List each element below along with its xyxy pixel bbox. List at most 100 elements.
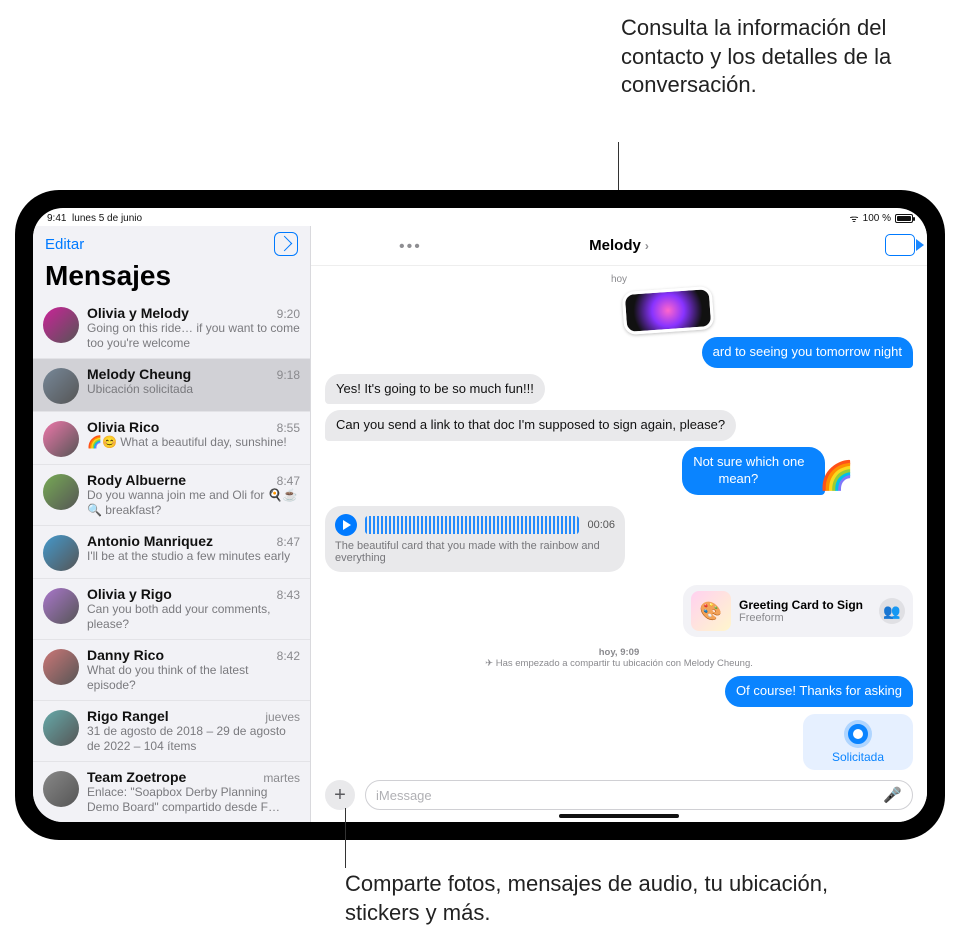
wifi-icon: ᯤ bbox=[850, 211, 859, 225]
battery-icon bbox=[895, 214, 913, 223]
input-placeholder: iMessage bbox=[376, 788, 432, 803]
location-label: Solicitada bbox=[809, 750, 907, 764]
status-date: lunes 5 de junio bbox=[72, 213, 142, 224]
messages-scroll[interactable]: hoy ard to seeing you tomorrow night Yes… bbox=[311, 266, 927, 774]
conversation-preview: 31 de agosto de 2018 – 29 de agosto de 2… bbox=[87, 724, 300, 754]
messages-app: Editar Mensajes Olivia y Melody9:20Going… bbox=[33, 226, 927, 822]
play-button[interactable] bbox=[335, 514, 357, 536]
avatar bbox=[43, 535, 79, 571]
freeform-link-card[interactable]: 🎨 Greeting Card to Sign Freeform 👥 bbox=[683, 585, 913, 637]
conversation-name: Olivia y Melody bbox=[87, 305, 189, 321]
conversation-preview: Ubicación solicitada bbox=[87, 382, 300, 397]
avatar bbox=[43, 421, 79, 457]
audio-duration: 00:06 bbox=[587, 519, 615, 531]
plus-button[interactable]: + bbox=[325, 780, 355, 810]
conversation-time: martes bbox=[263, 771, 300, 785]
conversation-item[interactable]: Rody Albuerne8:47Do you wanna join me an… bbox=[33, 465, 310, 526]
conversation-name: Danny Rico bbox=[87, 647, 164, 663]
location-request-card[interactable]: Solicitada bbox=[803, 714, 913, 770]
sidebar: Editar Mensajes Olivia y Melody9:20Going… bbox=[33, 226, 311, 822]
conversation-item[interactable]: Rigo Rangel jueves31 de agosto de 2018 – … bbox=[33, 701, 310, 762]
conversation-item[interactable]: Olivia y Melody 9:20Going on this ride… i… bbox=[33, 298, 310, 359]
link-title: Greeting Card to Sign bbox=[739, 598, 871, 612]
chevron-right-icon: › bbox=[645, 239, 649, 253]
conversation-name: Antonio Manriquez bbox=[87, 533, 213, 549]
conversation-name: Melody Cheung bbox=[87, 366, 191, 382]
conversation-name: Rigo Rangel bbox=[87, 708, 169, 724]
message-sent[interactable]: Of course! Thanks for asking bbox=[725, 676, 913, 707]
system-text: Has empezado a compartir tu ubicación co… bbox=[496, 658, 753, 669]
conversation-time: jueves bbox=[265, 710, 300, 724]
conversation-time: 9:18 bbox=[277, 368, 300, 382]
conversation-item[interactable]: Olivia y Rigo 8:43Can you both add your c… bbox=[33, 579, 310, 640]
system-status-line: hoy, 9:09 ✈ Has empezado a compartir tu … bbox=[325, 647, 913, 669]
status-bar: 9:41 lunes 5 de junio ᯤ 100 % bbox=[33, 208, 927, 226]
avatar bbox=[43, 649, 79, 685]
more-icon[interactable]: ••• bbox=[399, 238, 422, 256]
edit-button[interactable]: Editar bbox=[45, 236, 84, 253]
conversation-name: Team Zoetrope bbox=[87, 769, 186, 785]
status-time: 9:41 bbox=[47, 213, 66, 224]
avatar bbox=[43, 771, 79, 807]
facetime-button[interactable] bbox=[885, 234, 915, 256]
battery-text: 100 % bbox=[863, 213, 891, 224]
contact-name: Melody bbox=[589, 237, 641, 254]
conversation-name: Rody Albuerne bbox=[87, 472, 186, 488]
conversation-time: 8:47 bbox=[277, 535, 300, 549]
avatar bbox=[43, 368, 79, 404]
callout-line bbox=[345, 808, 346, 868]
conversation-item[interactable]: Antonio Manriquez 8:47I'll be at the stud… bbox=[33, 526, 310, 579]
ipad-frame: 9:41 lunes 5 de junio ᯤ 100 % Editar Men… bbox=[15, 190, 945, 840]
conversation-preview: Going on this ride… if you want to come … bbox=[87, 321, 300, 351]
message-sent-rainbow[interactable]: Not sure which one mean? 🌈 bbox=[682, 444, 913, 498]
status-right: ᯤ 100 % bbox=[850, 211, 914, 225]
rainbow-sticker: 🌈 bbox=[819, 459, 854, 492]
conversation-time: 9:20 bbox=[277, 307, 300, 321]
conversation-preview: I'll be at the studio a few minutes earl… bbox=[87, 549, 300, 564]
message-received[interactable]: Yes! It's going to be so much fun!!! bbox=[325, 374, 545, 405]
message-text: Not sure which one bbox=[693, 454, 804, 469]
conversation-time: 8:55 bbox=[277, 421, 300, 435]
message-input[interactable]: iMessage 🎤 bbox=[365, 780, 913, 810]
conversation-time: 8:43 bbox=[277, 588, 300, 602]
status-left: 9:41 lunes 5 de junio bbox=[47, 213, 142, 224]
contact-name-button[interactable]: Melody › bbox=[589, 237, 649, 254]
mic-icon[interactable]: 🎤 bbox=[883, 786, 902, 804]
conversation-preview: Enlace: "Soapbox Derby Planning Demo Boa… bbox=[87, 785, 300, 815]
location-pin-icon bbox=[848, 724, 868, 744]
system-time: hoy, 9:09 bbox=[599, 647, 639, 658]
compose-button[interactable] bbox=[274, 232, 298, 256]
people-icon: 👥 bbox=[879, 598, 905, 624]
conversation-item[interactable]: Team Zoetrope martesEnlace: "Soapbox Derb… bbox=[33, 762, 310, 822]
conversation-item[interactable]: Danny Rico8:42What do you think of the l… bbox=[33, 640, 310, 701]
conversation-name: Olivia y Rigo bbox=[87, 586, 172, 602]
conversation-preview: Do you wanna join me and Oli for 🍳☕🔍 bre… bbox=[87, 488, 300, 518]
conversation-item[interactable]: Melody Cheung 9:18Ubicación solicitada bbox=[33, 359, 310, 412]
avatar bbox=[43, 710, 79, 746]
waveform-icon bbox=[365, 516, 579, 534]
callout-contact-info: Consulta la información del contacto y l… bbox=[621, 14, 941, 100]
link-thumbnail: 🎨 bbox=[691, 591, 731, 631]
chat-pane: ••• Melody › hoy ard to seeing you tomor… bbox=[311, 226, 927, 822]
message-sent[interactable]: ard to seeing you tomorrow night bbox=[702, 337, 913, 368]
conversation-preview: What do you think of the latest episode? bbox=[87, 663, 300, 693]
link-subtitle: Freeform bbox=[739, 612, 871, 624]
avatar bbox=[43, 588, 79, 624]
audio-transcript: The beautiful card that you made with th… bbox=[335, 540, 615, 564]
chat-header: ••• Melody › bbox=[311, 226, 927, 266]
message-text: ard to seeing you tomorrow night bbox=[713, 344, 902, 359]
conversation-name: Olivia Rico bbox=[87, 419, 159, 435]
callout-plus-button: Comparte fotos, mensajes de audio, tu ub… bbox=[345, 870, 865, 927]
home-indicator[interactable] bbox=[559, 814, 679, 818]
day-label: hoy bbox=[325, 274, 913, 285]
conversation-list: Olivia y Melody 9:20Going on this ride… i… bbox=[33, 298, 310, 822]
message-received[interactable]: Can you send a link to that doc I'm supp… bbox=[325, 410, 736, 441]
avatar bbox=[43, 474, 79, 510]
message-text: mean? bbox=[718, 471, 758, 486]
ipad-screen: 9:41 lunes 5 de junio ᯤ 100 % Editar Men… bbox=[33, 208, 927, 822]
conversation-preview: Can you both add your comments, please? bbox=[87, 602, 300, 632]
conversation-item[interactable]: Olivia Rico8:55🌈😊 What a beautiful day, … bbox=[33, 412, 310, 465]
audio-message[interactable]: 00:06 The beautiful card that you made w… bbox=[325, 506, 625, 572]
avatar bbox=[43, 307, 79, 343]
photo-attachment[interactable] bbox=[622, 286, 715, 335]
